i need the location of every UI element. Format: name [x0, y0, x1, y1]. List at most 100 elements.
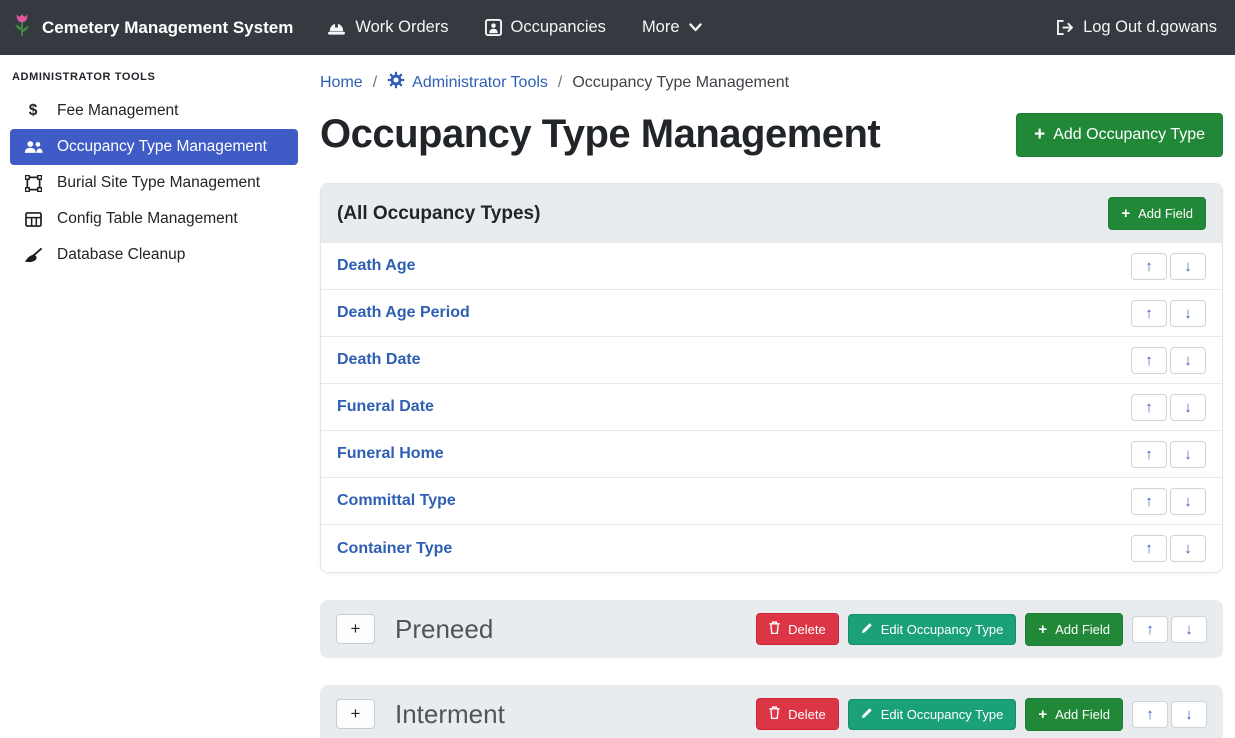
field-row: Funeral Date ↑ ↓ — [321, 384, 1222, 431]
move-up-button[interactable]: ↑ — [1131, 347, 1167, 374]
move-section-down-button[interactable]: ↓ — [1171, 701, 1207, 728]
chevron-down-icon — [689, 23, 702, 32]
edit-label: Edit Occupancy Type — [881, 622, 1004, 637]
nav-item-work-orders[interactable]: Work Orders — [327, 18, 448, 37]
pencil-icon — [861, 707, 873, 722]
breadcrumb-home-link[interactable]: Home — [320, 74, 363, 92]
trash-icon — [769, 706, 780, 722]
field-row: Committal Type ↑ ↓ — [321, 478, 1222, 525]
section-add-field-button[interactable]: + Add Field — [1025, 698, 1123, 731]
sidebar-item-label: Fee Management — [57, 102, 179, 120]
admin-sidebar: ADMINISTRATOR TOOLS $ Fee Management Occ… — [0, 55, 308, 738]
sidebar-item-occupancy-type-management[interactable]: Occupancy Type Management — [10, 129, 298, 165]
move-section-up-button[interactable]: ↑ — [1132, 701, 1168, 728]
arrow-up-icon: ↑ — [1145, 399, 1153, 416]
all-types-card-title: (All Occupancy Types) — [337, 203, 540, 225]
field-link-death-age-period[interactable]: Death Age Period — [337, 304, 470, 322]
sidebar-item-database-cleanup[interactable]: Database Cleanup — [10, 237, 298, 273]
app-title: Cemetery Management System — [42, 18, 293, 38]
field-link-death-date[interactable]: Death Date — [337, 351, 421, 369]
field-link-funeral-home[interactable]: Funeral Home — [337, 445, 444, 463]
sidebar-item-burial-site-type-management[interactable]: Burial Site Type Management — [10, 165, 298, 201]
nav-label-work-orders: Work Orders — [355, 18, 448, 37]
sidebar-item-label: Database Cleanup — [57, 246, 185, 264]
arrow-down-icon: ↓ — [1184, 540, 1192, 557]
move-down-button[interactable]: ↓ — [1170, 253, 1206, 280]
delete-occupancy-type-button[interactable]: Delete — [756, 613, 839, 645]
edit-occupancy-type-button[interactable]: Edit Occupancy Type — [848, 614, 1017, 645]
page-title: Occupancy Type Management — [320, 112, 880, 157]
field-link-death-age[interactable]: Death Age — [337, 257, 416, 275]
field-row: Funeral Home ↑ ↓ — [321, 431, 1222, 478]
add-occupancy-type-button[interactable]: + Add Occupancy Type — [1016, 113, 1223, 157]
move-down-button[interactable]: ↓ — [1170, 347, 1206, 374]
move-section-up-button[interactable]: ↑ — [1132, 616, 1168, 643]
all-types-add-field-button[interactable]: + Add Field — [1108, 197, 1206, 230]
breadcrumb-separator: / — [558, 74, 562, 92]
arrow-down-icon: ↓ — [1184, 305, 1192, 322]
table-icon — [22, 212, 44, 227]
move-down-button[interactable]: ↓ — [1170, 300, 1206, 327]
move-up-button[interactable]: ↑ — [1131, 394, 1167, 421]
arrow-up-icon: ↑ — [1145, 540, 1153, 557]
site-frame-icon — [22, 175, 44, 192]
field-row: Death Age Period ↑ ↓ — [321, 290, 1222, 337]
nav-item-more[interactable]: More — [642, 18, 702, 37]
pencil-icon — [861, 622, 873, 637]
move-down-button[interactable]: ↓ — [1170, 394, 1206, 421]
arrow-down-icon: ↓ — [1184, 258, 1192, 275]
field-link-funeral-date[interactable]: Funeral Date — [337, 398, 434, 416]
occupancy-type-section-preneed: + Preneed Delete — [320, 600, 1223, 658]
move-down-button[interactable]: ↓ — [1170, 535, 1206, 562]
hard-hat-icon — [327, 20, 346, 36]
edit-label: Edit Occupancy Type — [881, 707, 1004, 722]
field-row: Death Date ↑ ↓ — [321, 337, 1222, 384]
broom-icon — [22, 248, 44, 263]
section-title: Preneed — [395, 614, 493, 645]
breadcrumb-admin-tools-link[interactable]: Administrator Tools — [387, 71, 548, 94]
move-up-button[interactable]: ↑ — [1131, 441, 1167, 468]
trash-icon — [769, 621, 780, 637]
breadcrumb-admin-tools-label: Administrator Tools — [412, 74, 548, 92]
delete-label: Delete — [788, 707, 826, 722]
expand-section-button[interactable]: + — [336, 699, 375, 729]
move-up-button[interactable]: ↑ — [1131, 535, 1167, 562]
move-down-button[interactable]: ↓ — [1170, 488, 1206, 515]
users-icon — [22, 140, 44, 154]
arrow-down-icon: ↓ — [1184, 493, 1192, 510]
breadcrumb-separator: / — [373, 74, 377, 92]
arrow-down-icon: ↓ — [1184, 446, 1192, 463]
plus-icon: + — [351, 704, 361, 724]
move-up-button[interactable]: ↑ — [1131, 300, 1167, 327]
logout-link[interactable]: Log Out d.gowans — [1056, 18, 1217, 37]
sidebar-item-config-table-management[interactable]: Config Table Management — [10, 201, 298, 237]
top-navbar: Cemetery Management System Work Orders — [0, 0, 1235, 55]
move-up-button[interactable]: ↑ — [1131, 253, 1167, 280]
expand-section-button[interactable]: + — [336, 614, 375, 644]
nav-item-occupancies[interactable]: Occupancies — [485, 18, 606, 37]
delete-label: Delete — [788, 622, 826, 637]
plus-icon: + — [351, 619, 361, 639]
move-up-button[interactable]: ↑ — [1131, 488, 1167, 515]
section-add-field-button[interactable]: + Add Field — [1025, 613, 1123, 646]
nav-label-occupancies: Occupancies — [511, 18, 606, 37]
arrow-up-icon: ↑ — [1146, 706, 1154, 723]
occupancy-type-section-interment: + Interment Delete — [320, 685, 1223, 738]
arrow-up-icon: ↑ — [1145, 493, 1153, 510]
dollar-icon: $ — [22, 102, 44, 120]
logout-label: Log Out d.gowans — [1083, 18, 1217, 37]
app-brand[interactable]: Cemetery Management System — [12, 10, 293, 45]
delete-occupancy-type-button[interactable]: Delete — [756, 698, 839, 730]
sidebar-item-label: Config Table Management — [57, 210, 238, 228]
field-link-container-type[interactable]: Container Type — [337, 540, 452, 558]
sidebar-item-label: Burial Site Type Management — [57, 174, 260, 192]
field-link-committal-type[interactable]: Committal Type — [337, 492, 456, 510]
arrow-down-icon: ↓ — [1185, 621, 1193, 638]
sidebar-item-fee-management[interactable]: $ Fee Management — [10, 93, 298, 129]
move-down-button[interactable]: ↓ — [1170, 441, 1206, 468]
add-occupancy-type-label: Add Occupancy Type — [1053, 126, 1205, 144]
arrow-down-icon: ↓ — [1185, 706, 1193, 723]
move-section-down-button[interactable]: ↓ — [1171, 616, 1207, 643]
all-types-card-header: (All Occupancy Types) + Add Field — [321, 184, 1222, 243]
edit-occupancy-type-button[interactable]: Edit Occupancy Type — [848, 699, 1017, 730]
